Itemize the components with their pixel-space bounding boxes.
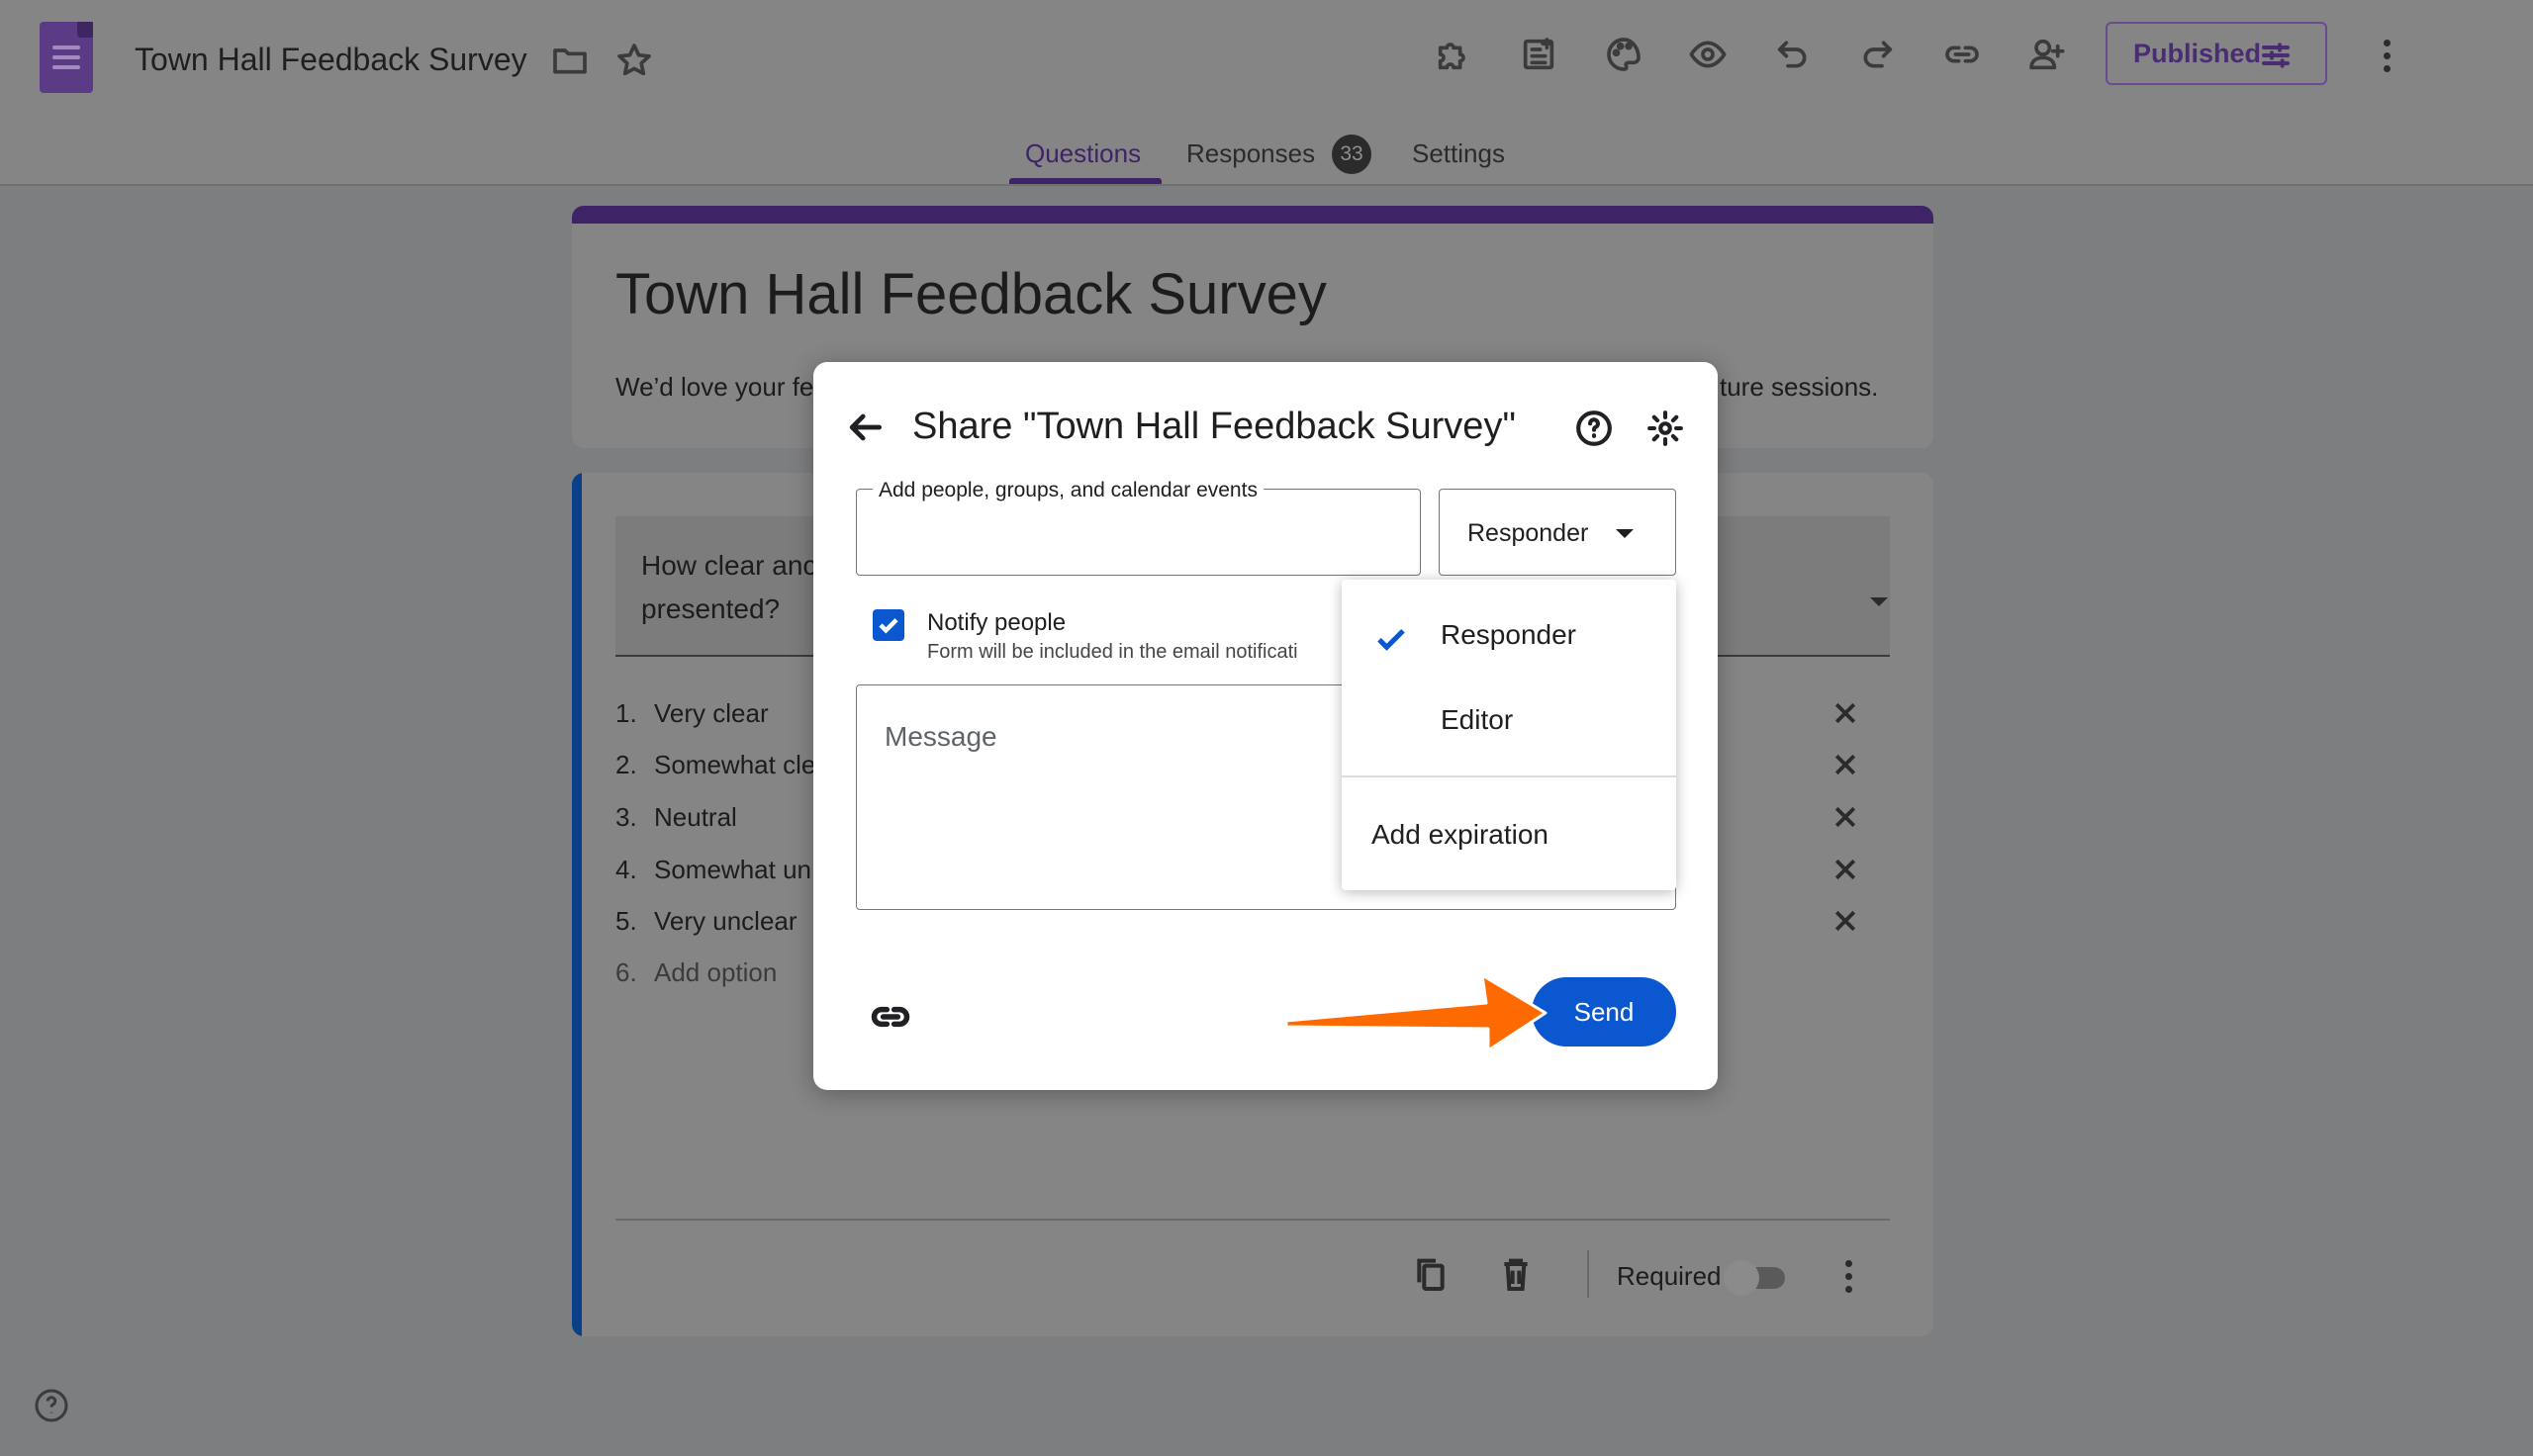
message-placeholder: Message bbox=[885, 721, 997, 752]
question-type-dropdown-icon[interactable] bbox=[1870, 597, 1888, 606]
undo-icon[interactable] bbox=[1770, 32, 1816, 77]
annotation-arrow-icon bbox=[1284, 973, 1548, 1052]
remove-option-icon[interactable] bbox=[1830, 802, 1860, 832]
duplicate-icon[interactable] bbox=[1411, 1254, 1451, 1294]
tab-questions[interactable]: Questions bbox=[1025, 138, 1141, 169]
tune-icon bbox=[2262, 43, 2290, 68]
menu-item-add-expiration[interactable]: Add expiration bbox=[1342, 795, 1676, 874]
notify-people-checkbox[interactable] bbox=[873, 609, 904, 641]
add-people-label: Add people, groups, and calendar events bbox=[873, 479, 1264, 502]
menu-divider bbox=[1342, 775, 1676, 777]
tab-responses[interactable]: Responses bbox=[1186, 138, 1315, 169]
option-item[interactable]: 5. Very unclear bbox=[615, 906, 797, 937]
delete-icon[interactable] bbox=[1496, 1254, 1536, 1294]
document-title[interactable]: Town Hall Feedback Survey bbox=[135, 42, 527, 78]
chevron-down-icon bbox=[1616, 529, 1634, 538]
form-description-start[interactable]: We’d love your fe bbox=[615, 372, 813, 403]
back-arrow-icon[interactable] bbox=[843, 406, 887, 449]
copy-link-icon[interactable] bbox=[869, 995, 912, 1039]
remove-option-icon[interactable] bbox=[1830, 855, 1860, 884]
option-item[interactable]: 2. Somewhat cle bbox=[615, 750, 815, 780]
active-tab-indicator bbox=[1009, 178, 1162, 184]
role-select[interactable]: Responder bbox=[1439, 489, 1676, 576]
add-person-icon[interactable] bbox=[2023, 32, 2069, 77]
more-vert-icon[interactable] bbox=[2384, 40, 2392, 78]
redo-icon[interactable] bbox=[1854, 32, 1900, 77]
help-icon[interactable] bbox=[1575, 410, 1613, 447]
published-label: Published bbox=[2133, 38, 2262, 68]
role-select-value: Responder bbox=[1467, 519, 1589, 547]
check-icon bbox=[1373, 621, 1409, 657]
menu-item-editor[interactable]: Editor bbox=[1342, 681, 1676, 760]
import-questions-icon[interactable] bbox=[1516, 32, 1561, 77]
palette-icon[interactable] bbox=[1601, 32, 1646, 77]
form-description-end[interactable]: ture sessions. bbox=[1720, 372, 1878, 403]
help-icon[interactable] bbox=[34, 1388, 69, 1423]
question-footer-divider bbox=[615, 1219, 1890, 1221]
required-toggle-knob[interactable] bbox=[1724, 1260, 1759, 1296]
option-item[interactable]: 1. Very clear bbox=[615, 698, 769, 729]
gear-icon[interactable] bbox=[1646, 410, 1684, 447]
question-more-icon[interactable] bbox=[1845, 1260, 1853, 1299]
notify-people-label: Notify people bbox=[927, 609, 1067, 636]
title-accent-bar bbox=[572, 206, 1933, 224]
published-button[interactable]: Published bbox=[2106, 22, 2327, 85]
form-title[interactable]: Town Hall Feedback Survey bbox=[615, 261, 1327, 327]
tab-settings[interactable]: Settings bbox=[1412, 138, 1505, 169]
eye-icon[interactable] bbox=[1685, 32, 1731, 77]
link-icon[interactable] bbox=[1939, 32, 1985, 77]
option-item[interactable]: 4. Somewhat un bbox=[615, 855, 811, 885]
remove-option-icon[interactable] bbox=[1830, 750, 1860, 779]
active-question-indicator bbox=[572, 473, 582, 1336]
app-header: Town Hall Feedback Survey Published Ques… bbox=[0, 0, 2533, 186]
required-label: Required bbox=[1617, 1261, 1722, 1291]
footer-separator bbox=[1587, 1250, 1589, 1298]
question-text: How clear anc presented? bbox=[641, 550, 817, 624]
send-button[interactable]: Send bbox=[1532, 977, 1676, 1046]
role-dropdown-menu: Responder Editor Add expiration bbox=[1342, 580, 1676, 890]
option-item[interactable]: 3. Neutral bbox=[615, 802, 737, 833]
forms-logo-icon[interactable] bbox=[40, 22, 93, 93]
menu-item-responder[interactable]: Responder bbox=[1342, 595, 1676, 675]
responses-count-badge: 33 bbox=[1332, 135, 1371, 174]
remove-option-icon[interactable] bbox=[1830, 906, 1860, 936]
remove-option-icon[interactable] bbox=[1830, 698, 1860, 728]
checkmark-icon bbox=[879, 618, 898, 634]
notify-people-description: Form will be included in the email notif… bbox=[927, 641, 1298, 663]
folder-icon[interactable] bbox=[547, 38, 593, 83]
star-icon[interactable] bbox=[611, 38, 657, 83]
puzzle-icon[interactable] bbox=[1431, 32, 1476, 77]
add-option[interactable]: 6. Add option bbox=[615, 957, 777, 988]
share-dialog-title: Share "Town Hall Feedback Survey" bbox=[912, 406, 1516, 447]
